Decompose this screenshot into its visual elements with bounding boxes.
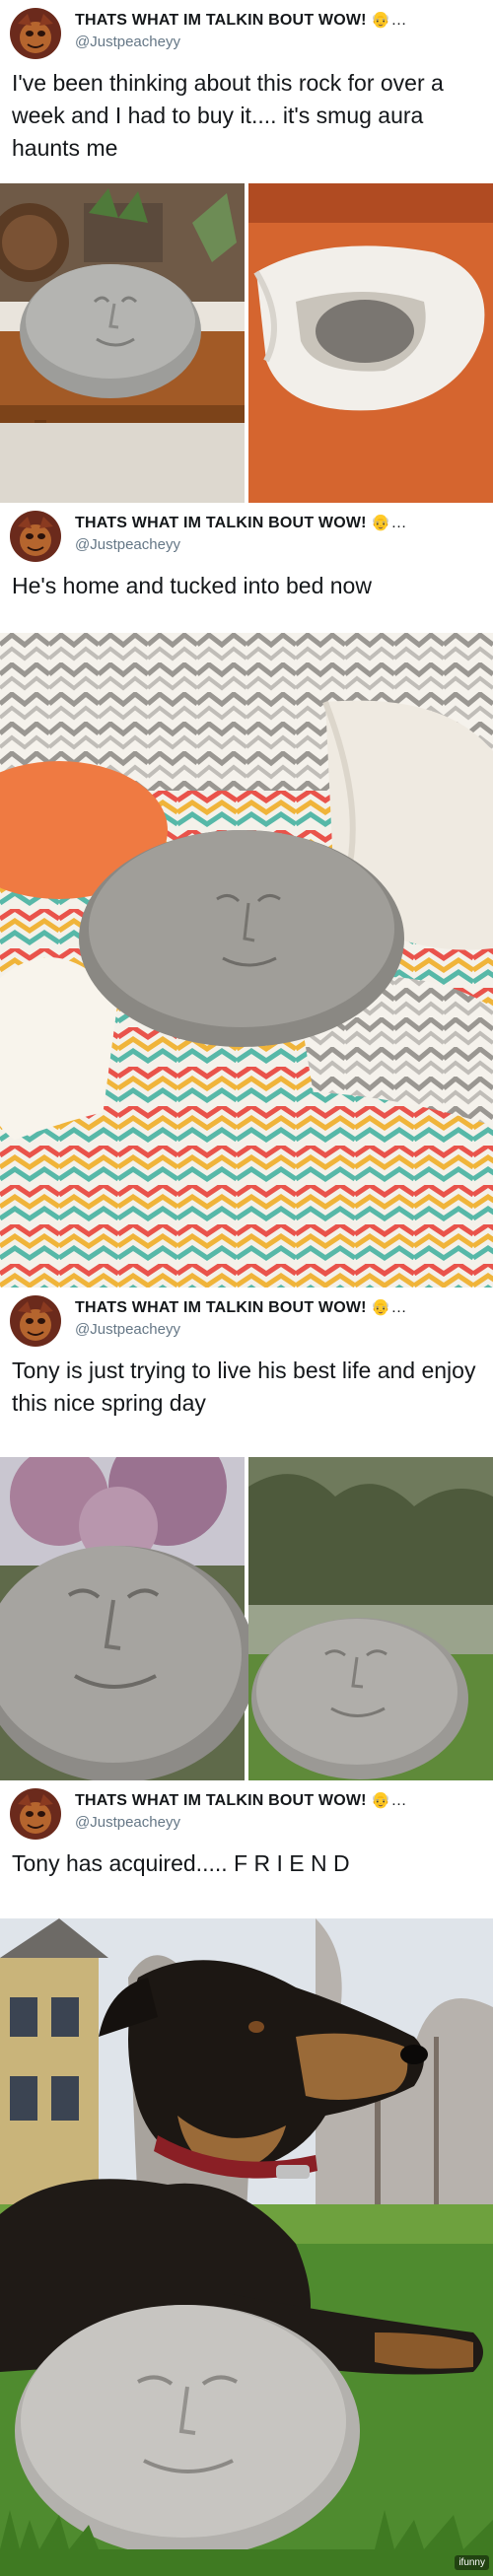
display-name[interactable]: THATS WHAT IM TALKIN BOUT WOW! 👴…	[75, 10, 407, 30]
watermark-label: ifunny	[455, 2555, 489, 2570]
avatar[interactable]	[10, 1295, 61, 1347]
avatar[interactable]	[10, 511, 61, 562]
tweet-media[interactable]	[0, 1457, 493, 1780]
tweet-media[interactable]: ifunny	[0, 1918, 493, 2576]
tweet-2: THATS WHAT IM TALKIN BOUT WOW! 👴… @Justp…	[0, 503, 493, 1288]
tweet-4: THATS WHAT IM TALKIN BOUT WOW! 👴… @Justp…	[0, 1780, 493, 2576]
display-name[interactable]: THATS WHAT IM TALKIN BOUT WOW! 👴…	[75, 1297, 407, 1317]
tweet-text: Tony is just trying to live his best lif…	[12, 1358, 476, 1416]
tweet-header: THATS WHAT IM TALKIN BOUT WOW! 👴… @Justp…	[0, 1780, 493, 1844]
display-name[interactable]: THATS WHAT IM TALKIN BOUT WOW! 👴…	[75, 513, 407, 532]
tweet-header: THATS WHAT IM TALKIN BOUT WOW! 👴… @Justp…	[0, 1288, 493, 1351]
tweet-1: THATS WHAT IM TALKIN BOUT WOW! 👴… @Justp…	[0, 0, 493, 503]
old-man-emoji-icon: 👴…	[371, 515, 407, 531]
tweet-text: Tony has acquired..... F R I E N D	[12, 1850, 350, 1876]
tweet-text: He's home and tucked into bed now	[12, 573, 372, 598]
old-man-emoji-icon: 👴…	[371, 1792, 407, 1809]
user-handle[interactable]: @Justpeacheyy	[75, 536, 180, 553]
tweet-header: THATS WHAT IM TALKIN BOUT WOW! 👴… @Justp…	[0, 0, 493, 63]
user-handle[interactable]: @Justpeacheyy	[75, 1814, 180, 1831]
display-name[interactable]: THATS WHAT IM TALKIN BOUT WOW! 👴…	[75, 1790, 407, 1810]
old-man-emoji-icon: 👴…	[371, 1299, 407, 1316]
tweet-media[interactable]	[0, 183, 493, 503]
old-man-emoji-icon: 👴…	[371, 12, 407, 29]
tweet-3: THATS WHAT IM TALKIN BOUT WOW! 👴… @Justp…	[0, 1288, 493, 1780]
tweet-media[interactable]	[0, 633, 493, 1288]
user-handle[interactable]: @Justpeacheyy	[75, 34, 180, 50]
tweet-header: THATS WHAT IM TALKIN BOUT WOW! 👴… @Justp…	[0, 503, 493, 566]
tweet-text: I've been thinking about this rock for o…	[12, 70, 444, 161]
avatar[interactable]	[10, 8, 61, 59]
avatar[interactable]	[10, 1788, 61, 1840]
user-handle[interactable]: @Justpeacheyy	[75, 1321, 180, 1338]
